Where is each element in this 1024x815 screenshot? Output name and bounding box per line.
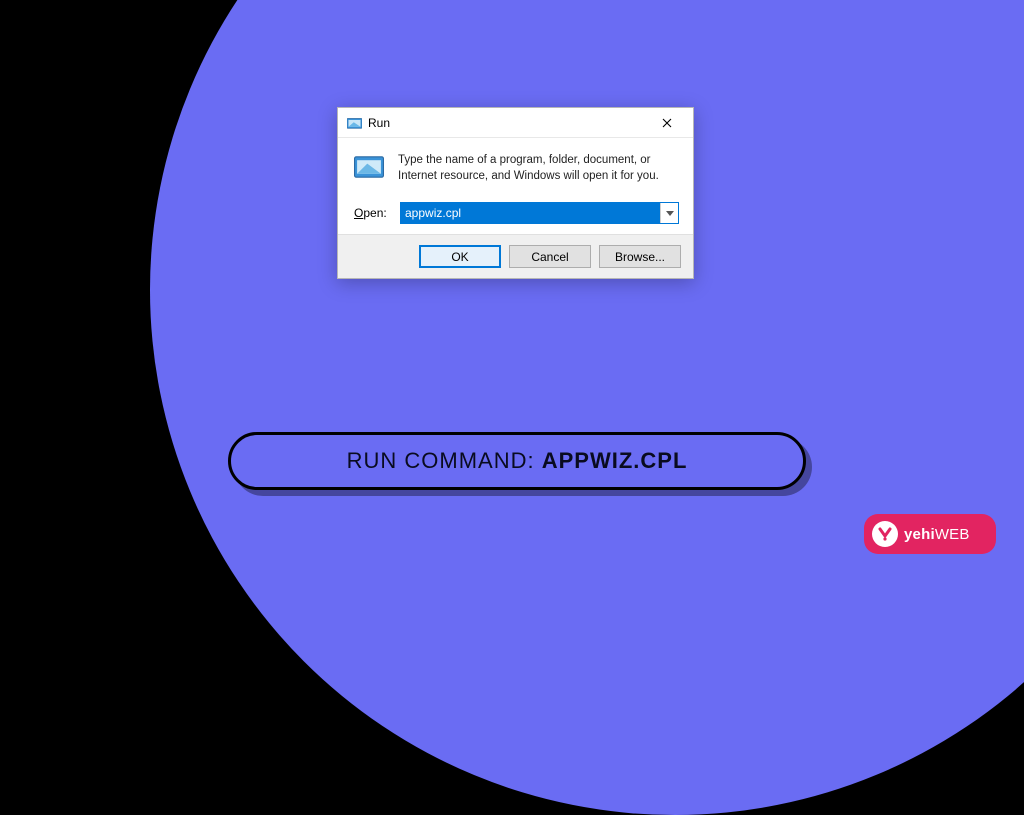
browse-button[interactable]: Browse... [599, 245, 681, 268]
dialog-body: Type the name of a program, folder, docu… [338, 138, 693, 234]
close-button[interactable] [647, 109, 687, 137]
caption-command: APPWIZ.CPL [542, 448, 688, 473]
chevron-down-icon [666, 211, 674, 216]
open-label: Open: [354, 206, 390, 220]
instruction-text: Type the name of a program, folder, docu… [398, 152, 679, 184]
brand-text: yehiWEB [904, 526, 970, 543]
open-combobox[interactable] [400, 202, 679, 224]
caption-text: RUN COMMAND: APPWIZ.CPL [347, 448, 688, 474]
run-body-icon [352, 152, 386, 182]
run-dialog: Run Type the name of a program, folder, … [337, 107, 694, 279]
brand-logo-icon [872, 521, 898, 547]
close-icon [662, 118, 672, 128]
button-bar: OK Cancel Browse... [338, 234, 693, 278]
brand-name: yehi [904, 526, 935, 543]
titlebar[interactable]: Run [338, 108, 693, 138]
caption-prefix: RUN COMMAND: [347, 448, 542, 473]
brand-badge: yehiWEB [864, 514, 996, 554]
combo-dropdown-button[interactable] [660, 203, 678, 223]
brand-suffix: WEB [935, 526, 970, 543]
open-input[interactable] [401, 203, 660, 223]
ok-button[interactable]: OK [419, 245, 501, 268]
dialog-title: Run [368, 116, 647, 130]
cancel-button[interactable]: Cancel [509, 245, 591, 268]
run-titlebar-icon [346, 115, 362, 131]
caption-pill: RUN COMMAND: APPWIZ.CPL [228, 432, 806, 490]
